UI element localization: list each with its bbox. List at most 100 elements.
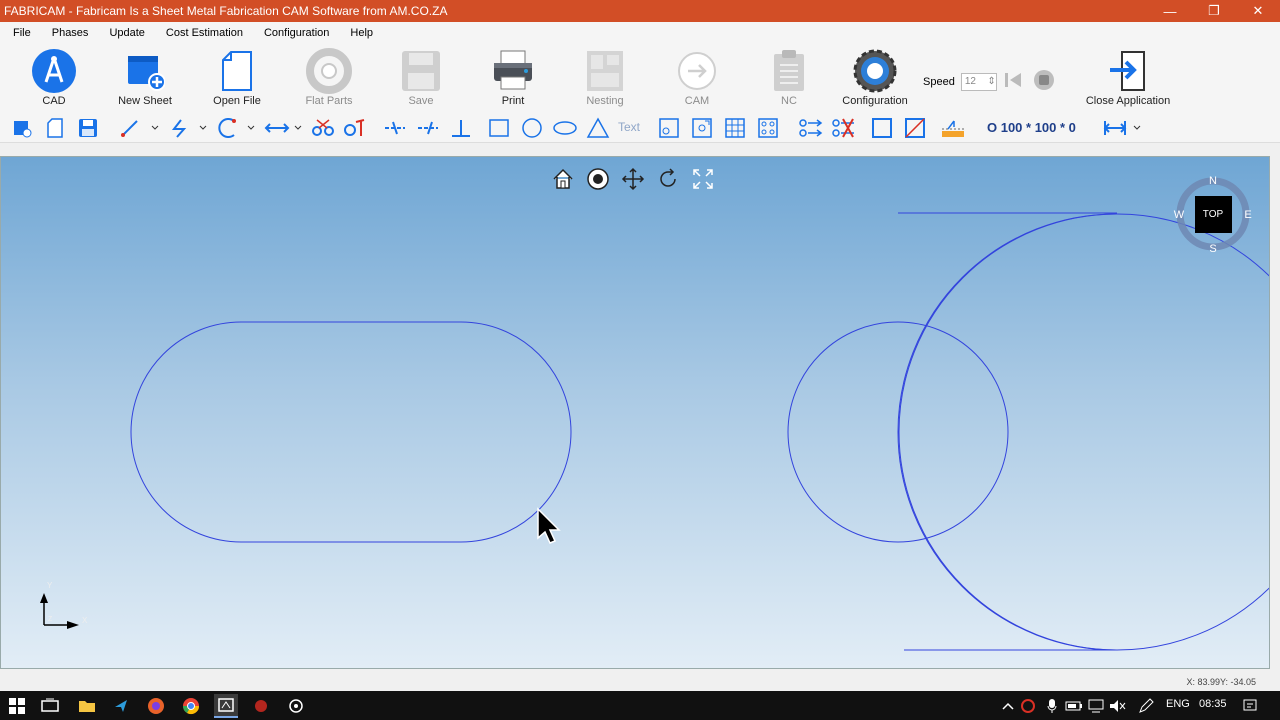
close-application-icon bbox=[1104, 47, 1152, 95]
nc-button[interactable]: NC bbox=[747, 47, 831, 111]
view-cube[interactable]: TOP N S E W bbox=[1174, 175, 1252, 255]
view-cube-face[interactable]: TOP bbox=[1203, 209, 1224, 220]
firefox-icon[interactable] bbox=[144, 694, 168, 718]
chrome-icon[interactable] bbox=[179, 694, 203, 718]
microphone-icon[interactable] bbox=[1040, 694, 1064, 718]
language-indicator[interactable]: ENG bbox=[1166, 698, 1190, 710]
clock-time[interactable]: 08:35 bbox=[1199, 698, 1227, 710]
slot-shape[interactable] bbox=[130, 321, 572, 543]
tray-security-icon[interactable] bbox=[1016, 694, 1040, 718]
new-sheet-label: New Sheet bbox=[118, 95, 172, 107]
pan-view-icon[interactable] bbox=[619, 165, 646, 192]
save-drawing-icon[interactable] bbox=[75, 116, 101, 140]
polygon-tool-icon[interactable] bbox=[585, 116, 611, 140]
fit-view-icon[interactable] bbox=[689, 165, 716, 192]
drawing-canvas[interactable]: TOP N S E W Y X Z bbox=[1, 157, 1270, 669]
menu-configuration[interactable]: Configuration bbox=[251, 27, 337, 39]
app-icon-red[interactable] bbox=[249, 694, 273, 718]
delete-sequence-icon[interactable] bbox=[831, 116, 857, 140]
close-application-button[interactable]: Close Application bbox=[1086, 47, 1170, 111]
fabricam-taskbar-icon[interactable] bbox=[214, 694, 238, 718]
flat-parts-button[interactable]: Flat Parts bbox=[287, 47, 371, 111]
compass-north[interactable]: N bbox=[1209, 175, 1217, 187]
large-circle[interactable] bbox=[898, 213, 1270, 651]
mouse-cursor-icon bbox=[537, 507, 561, 544]
windows-start-icon[interactable] bbox=[5, 694, 29, 718]
cam-button[interactable]: CAM bbox=[655, 47, 739, 111]
line-dropdown-icon[interactable] bbox=[142, 116, 168, 140]
cad-compass-icon bbox=[30, 47, 78, 95]
close-application-label: Close Application bbox=[1085, 95, 1171, 107]
menu-help[interactable]: Help bbox=[337, 27, 381, 39]
task-view-icon[interactable] bbox=[38, 694, 62, 718]
compass-south[interactable]: S bbox=[1209, 243, 1216, 255]
status-bar: X: 83.99Y: -34.05 bbox=[0, 669, 1280, 691]
cad-button[interactable]: CAD bbox=[12, 47, 96, 111]
open-file-button[interactable]: Open File bbox=[195, 47, 279, 111]
stop-icon[interactable] bbox=[1033, 69, 1055, 94]
arc-dropdown-icon[interactable] bbox=[238, 116, 264, 140]
sheet-material-icon[interactable] bbox=[940, 116, 966, 140]
stretch-dropdown-icon[interactable] bbox=[285, 116, 311, 140]
compass-west[interactable]: W bbox=[1174, 209, 1185, 221]
break-tool-icon[interactable] bbox=[342, 116, 368, 140]
volume-muted-icon[interactable] bbox=[1106, 694, 1130, 718]
sequence-icon[interactable] bbox=[798, 116, 824, 140]
menu-phases[interactable]: Phases bbox=[39, 27, 97, 39]
nesting-icon bbox=[581, 47, 629, 95]
ellipse-tool-icon[interactable] bbox=[552, 116, 578, 140]
open-drawing-icon[interactable] bbox=[42, 116, 68, 140]
rectangle-tool-icon[interactable] bbox=[486, 116, 512, 140]
pattern-array-icon[interactable] bbox=[755, 116, 781, 140]
compass-east[interactable]: E bbox=[1244, 209, 1251, 221]
orbit-view-icon[interactable] bbox=[584, 165, 611, 192]
minimize-button[interactable]: — bbox=[1148, 0, 1192, 22]
app-icon-blue[interactable] bbox=[109, 694, 133, 718]
save-button[interactable]: Save bbox=[379, 47, 463, 111]
line-tool-icon[interactable] bbox=[118, 116, 144, 140]
sheet-dimensions: O 100 * 100 * 0 bbox=[987, 120, 1076, 135]
perpendicular-tool-icon[interactable] bbox=[448, 116, 474, 140]
new-sheet-button[interactable]: New Sheet bbox=[103, 47, 187, 111]
save-icon bbox=[397, 47, 445, 95]
configuration-button[interactable]: Configuration bbox=[833, 47, 917, 111]
pen-icon[interactable] bbox=[1134, 694, 1158, 718]
menu-file[interactable]: File bbox=[0, 27, 39, 39]
home-view-icon[interactable] bbox=[549, 165, 576, 192]
outer-contour-icon[interactable] bbox=[869, 116, 895, 140]
drawing-viewport[interactable]: TOP N S E W Y X Z bbox=[0, 156, 1270, 669]
app-icon-circle[interactable] bbox=[284, 694, 308, 718]
print-button[interactable]: Print bbox=[471, 47, 555, 111]
lower-arc[interactable] bbox=[897, 431, 1118, 651]
circle-tool-icon[interactable] bbox=[519, 116, 545, 140]
new-sheet-icon bbox=[121, 47, 169, 95]
text-tool[interactable]: Text bbox=[618, 120, 640, 134]
cad-toolbar: Text O 100 * 100 * 0 bbox=[0, 113, 1280, 143]
rotate-view-icon[interactable] bbox=[654, 165, 681, 192]
upper-arc[interactable] bbox=[897, 213, 1118, 433]
menu-update[interactable]: Update bbox=[96, 27, 152, 39]
close-window-button[interactable]: ✕ bbox=[1236, 0, 1280, 22]
measure-dropdown-icon[interactable] bbox=[1124, 116, 1150, 140]
file-explorer-icon[interactable] bbox=[75, 694, 99, 718]
nesting-button[interactable]: Nesting bbox=[563, 47, 647, 111]
zoom-extents-icon[interactable] bbox=[689, 116, 715, 140]
battery-icon[interactable] bbox=[1062, 694, 1086, 718]
zoom-window-icon[interactable] bbox=[656, 116, 682, 140]
network-icon[interactable] bbox=[1084, 694, 1108, 718]
inner-contour-icon[interactable] bbox=[902, 116, 928, 140]
new-drawing-icon[interactable] bbox=[9, 116, 35, 140]
trim-tool-icon[interactable] bbox=[310, 116, 336, 140]
extend-tool-icon[interactable] bbox=[382, 116, 408, 140]
step-back-icon[interactable] bbox=[1003, 70, 1023, 93]
offset-tool-icon[interactable] bbox=[415, 116, 441, 140]
restore-button[interactable]: ❐ bbox=[1192, 0, 1236, 22]
notifications-icon[interactable] bbox=[1238, 694, 1262, 718]
speed-spinner[interactable]: 12 ⇕ bbox=[960, 72, 997, 91]
flat-parts-icon bbox=[305, 47, 353, 95]
grid-array-icon[interactable] bbox=[722, 116, 748, 140]
axis-x-label: X bbox=[82, 616, 88, 625]
nesting-label: Nesting bbox=[586, 95, 624, 107]
menu-cost-estimation[interactable]: Cost Estimation bbox=[153, 27, 251, 39]
polyline-dropdown-icon[interactable] bbox=[190, 116, 216, 140]
